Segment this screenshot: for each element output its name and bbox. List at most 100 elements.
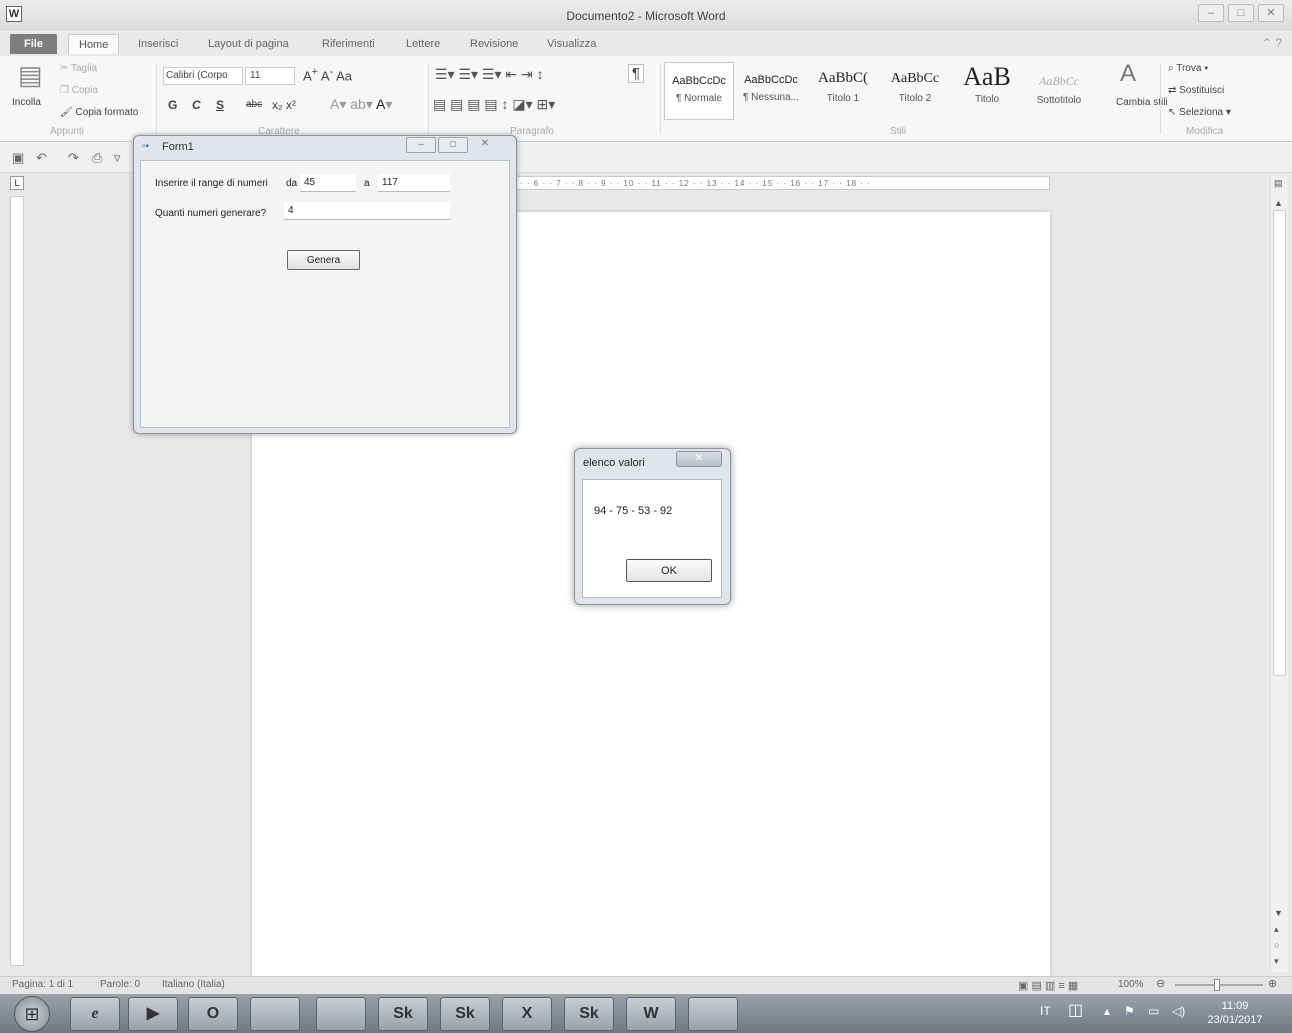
style-no-spacing[interactable]: AaBbCcDc ¶ Nessuna...: [736, 62, 806, 120]
help-icon[interactable]: ⌃ ?: [1262, 36, 1282, 50]
ruler-toggle-icon[interactable]: ▤: [1274, 178, 1283, 189]
grow-font-button[interactable]: A+ A- Aa: [303, 66, 352, 83]
tab-selector-icon[interactable]: L: [10, 176, 24, 190]
style-heading-2[interactable]: AaBbCc Titolo 2: [880, 62, 950, 120]
input-language[interactable]: IT: [1040, 1004, 1051, 1018]
sketchup-taskbar-button-2[interactable]: Sk: [440, 997, 490, 1031]
generate-button[interactable]: Genera: [287, 250, 360, 270]
paste-button[interactable]: Incolla: [12, 97, 41, 108]
change-styles-icon[interactable]: A: [1120, 60, 1136, 88]
bullets-icon[interactable]: ☰▾ ☰▾ ☰▾ ⇤ ⇥ ↕: [435, 66, 544, 83]
form1-client-area: [140, 160, 510, 428]
subscript-button[interactable]: x₂ x²: [272, 98, 296, 112]
from-input[interactable]: 45: [300, 174, 356, 192]
browse-object-icon[interactable]: ○: [1274, 940, 1279, 950]
tab-view[interactable]: Visualizza: [537, 34, 606, 54]
show-marks-button[interactable]: ¶: [628, 64, 645, 83]
save-icon[interactable]: ▣: [12, 150, 24, 166]
close-button[interactable]: ✕: [1258, 4, 1284, 22]
cut-button[interactable]: ✂ Taglia: [60, 63, 97, 74]
style-heading-1[interactable]: AaBbC( Titolo 1: [808, 62, 878, 120]
tab-review[interactable]: Revisione: [460, 34, 528, 54]
form1-maximize-button[interactable]: □: [438, 137, 468, 153]
zoom-out-icon[interactable]: ⊖: [1156, 977, 1165, 990]
excel-taskbar-button[interactable]: X: [502, 997, 552, 1031]
count-label: Quanti numeri generare?: [155, 208, 267, 219]
tab-references[interactable]: Riferimenti: [312, 34, 385, 54]
form-taskbar-button[interactable]: [688, 997, 738, 1031]
volume-icon[interactable]: ◁): [1172, 1004, 1185, 1018]
to-input[interactable]: 117: [378, 174, 450, 192]
count-input[interactable]: 4: [284, 202, 450, 220]
clock-time: 11:09: [1221, 1000, 1249, 1012]
strikethrough-button[interactable]: abc: [246, 99, 262, 110]
outlook-taskbar-button[interactable]: O: [188, 997, 238, 1031]
bold-button[interactable]: G: [168, 98, 177, 112]
clock[interactable]: 11:09 23/01/2017: [1200, 999, 1270, 1027]
align-icons[interactable]: ▤ ▤ ▤ ▤ ↕ ◪▾ ⊞▾: [433, 96, 555, 113]
tray-expand-icon[interactable]: ▴: [1104, 1004, 1110, 1018]
replace-button[interactable]: ⇄ Sostituisci: [1168, 85, 1224, 96]
explorer-taskbar-button[interactable]: [250, 997, 300, 1031]
undo-icon[interactable]: ↶: [36, 150, 47, 166]
form1-window-controls: – □ ✕: [406, 137, 500, 153]
font-name-select[interactable]: Calibri (Corpo: [163, 67, 243, 85]
tab-insert[interactable]: Inserisci: [128, 34, 188, 54]
ruler-marks: · · 6 · · 7 · · 8 · · 9 · · 10 · · 11 · …: [520, 179, 871, 188]
ribbon-divider: [660, 64, 661, 134]
word-count[interactable]: Parole: 0: [100, 979, 140, 990]
scroll-down-icon[interactable]: ▼: [1274, 908, 1283, 918]
select-button[interactable]: ↖ Seleziona ▾: [1168, 107, 1231, 118]
italic-button[interactable]: C: [192, 98, 201, 112]
zoom-slider-thumb[interactable]: [1214, 979, 1220, 991]
zoom-in-icon[interactable]: ⊕: [1268, 977, 1277, 990]
form1-close-button[interactable]: ✕: [470, 137, 500, 153]
style-normal[interactable]: AaBbCcDc ¶ Normale: [664, 62, 734, 120]
vertical-ruler[interactable]: [10, 196, 24, 966]
scroll-up-icon[interactable]: ▲: [1274, 198, 1283, 208]
text-effects-icon[interactable]: A▾ ab▾ A▾: [330, 96, 392, 113]
flag-icon[interactable]: ⚑: [1124, 1004, 1135, 1018]
minimize-button[interactable]: –: [1198, 4, 1224, 22]
format-painter-button[interactable]: 🖌 Copia formato: [60, 107, 138, 118]
find-button[interactable]: ⌕ Trova ▾: [1168, 63, 1208, 74]
ok-button[interactable]: OK: [626, 559, 712, 582]
style-subtitle[interactable]: AaBbCc Sottotitolo: [1024, 62, 1094, 120]
form1-minimize-button[interactable]: –: [406, 137, 436, 153]
redo-icon[interactable]: ↷: [68, 150, 79, 166]
sketchup-taskbar-button-3[interactable]: Sk: [564, 997, 614, 1031]
tab-page-layout[interactable]: Layout di pagina: [198, 34, 299, 54]
window-controls: – □ ✕: [1198, 4, 1284, 22]
underline-button[interactable]: S: [216, 98, 224, 112]
previous-page-icon[interactable]: ▴: [1274, 924, 1279, 935]
message-box-close-button[interactable]: ✕: [676, 451, 722, 467]
media-taskbar-button[interactable]: ▶: [128, 997, 178, 1031]
ie-taskbar-button[interactable]: e: [70, 997, 120, 1031]
app-taskbar-button[interactable]: [316, 997, 366, 1031]
page-count[interactable]: Pagina: 1 di 1: [12, 979, 73, 990]
start-button[interactable]: ⊞: [14, 996, 50, 1032]
word-taskbar-button[interactable]: W: [626, 997, 676, 1031]
tab-file[interactable]: File: [10, 34, 57, 54]
language-indicator[interactable]: Italiano (Italia): [162, 979, 225, 990]
customize-icon[interactable]: ▿: [114, 150, 121, 166]
font-size-select[interactable]: 11: [245, 67, 295, 85]
zoom-level[interactable]: 100%: [1118, 979, 1144, 990]
view-mode-icons[interactable]: ▣ ▤ ▥ ≡ ▦: [1018, 979, 1078, 992]
sketchup-taskbar-button-1[interactable]: Sk: [378, 997, 428, 1031]
message-box-title: elenco valori: [583, 457, 645, 469]
paste-icon[interactable]: ▤: [18, 60, 43, 91]
message-text: 94 - 75 - 53 - 92: [594, 505, 673, 517]
next-page-icon[interactable]: ▾: [1274, 956, 1279, 967]
scrollbar-thumb[interactable]: [1273, 210, 1286, 676]
style-title[interactable]: AaB Titolo: [952, 62, 1022, 120]
replace-icon: ⇄: [1168, 85, 1180, 96]
maximize-button[interactable]: □: [1228, 4, 1254, 22]
copy-button[interactable]: ❐ Copia: [60, 85, 98, 96]
tab-mailings[interactable]: Lettere: [396, 34, 450, 54]
network-icon[interactable]: ▭: [1148, 1004, 1159, 1018]
tray-app-icon[interactable]: ◫: [1068, 1000, 1083, 1020]
print-preview-icon[interactable]: ⎙: [92, 150, 102, 166]
editing-group-label: Modifica: [1186, 126, 1224, 137]
tab-home[interactable]: Home: [68, 34, 120, 54]
